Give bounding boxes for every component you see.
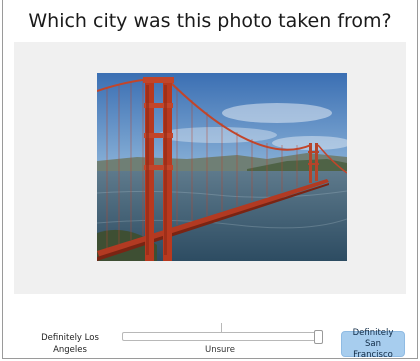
definitely-sf-button[interactable]: Definitely San Francisco — [341, 328, 405, 360]
slider-center-tick — [221, 323, 222, 332]
question-title: Which city was this photo taken from? — [28, 10, 392, 32]
confidence-slider-thumb[interactable] — [314, 330, 323, 344]
left-label: Definitely Los Angeles — [41, 333, 99, 355]
golden-gate-bridge-photo — [97, 73, 347, 261]
photo-panel — [14, 42, 406, 294]
confidence-slider-track[interactable] — [122, 332, 320, 341]
center-label: Unsure — [205, 345, 235, 355]
